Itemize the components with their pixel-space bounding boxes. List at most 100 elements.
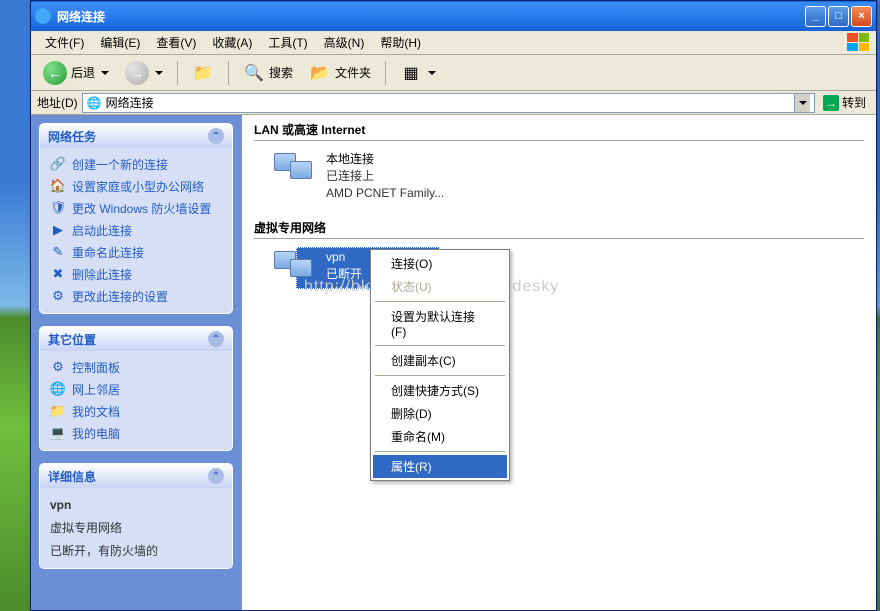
other-my-network[interactable]: 🌐网上邻居 — [50, 381, 222, 398]
home-network-icon: 🏠 — [50, 178, 66, 194]
other-my-documents[interactable]: 📁我的文档 — [50, 403, 222, 420]
toolbar: ← 后退 → 📁 🔍 搜索 📂 文件夹 ▦ — [31, 55, 876, 91]
explorer-window: 网络连接 _ □ × 文件(F) 编辑(E) 查看(V) 收藏(A) 工具(T)… — [30, 0, 877, 611]
minimize-button[interactable]: _ — [805, 6, 826, 27]
delete-icon: ✖ — [50, 266, 66, 282]
control-panel-icon: ⚙ — [50, 359, 66, 375]
menu-advanced[interactable]: 高级(N) — [316, 32, 373, 53]
ctx-rename[interactable]: 重命名(M) — [373, 425, 507, 448]
main-view[interactable]: LAN 或高速 Internet 本地连接 已连接上 AMD PCNET Fam… — [241, 115, 876, 610]
address-value: 网络连接 — [106, 94, 154, 111]
new-connection-icon: 🔗 — [50, 156, 66, 172]
folders-icon: 📂 — [309, 62, 331, 84]
panel-header-details[interactable]: 详细信息 ⌃ — [40, 464, 232, 488]
views-icon: ▦ — [400, 62, 422, 84]
section-divider — [254, 238, 864, 239]
folders-label: 文件夹 — [335, 64, 371, 81]
views-dropdown-icon[interactable] — [428, 71, 436, 75]
forward-button[interactable]: → — [119, 57, 169, 89]
ctx-shortcut[interactable]: 创建快捷方式(S) — [373, 379, 507, 402]
task-start-connection[interactable]: ▶启动此连接 — [50, 222, 222, 239]
menu-view[interactable]: 查看(V) — [148, 32, 204, 53]
connection-lan[interactable]: 本地连接 已连接上 AMD PCNET Family... — [242, 149, 876, 213]
chevron-up-icon: ⌃ — [208, 128, 224, 144]
panel-title: 网络任务 — [48, 128, 96, 145]
firewall-icon: 🛡 — [50, 200, 66, 216]
menu-tools[interactable]: 工具(T) — [260, 32, 315, 53]
ctx-properties[interactable]: 属性(R) — [373, 455, 507, 478]
task-firewall[interactable]: 🛡更改 Windows 防火墙设置 — [50, 200, 222, 217]
back-dropdown-icon[interactable] — [101, 71, 109, 75]
maximize-button[interactable]: □ — [828, 6, 849, 27]
panel-header-tasks[interactable]: 网络任务 ⌃ — [40, 124, 232, 148]
task-setup-network[interactable]: 🏠设置家庭或小型办公网络 — [50, 178, 222, 195]
panel-header-other[interactable]: 其它位置 ⌃ — [40, 327, 232, 351]
up-button[interactable]: 📁 — [186, 58, 220, 88]
menubar: 文件(F) 编辑(E) 查看(V) 收藏(A) 工具(T) 高级(N) 帮助(H… — [31, 31, 876, 55]
task-delete-connection[interactable]: ✖删除此连接 — [50, 266, 222, 283]
panel-details: 详细信息 ⌃ vpn 虚拟专用网络 已断开，有防火墙的 — [39, 463, 233, 569]
back-arrow-icon: ← — [43, 61, 67, 85]
panel-title: 其它位置 — [48, 331, 96, 348]
detail-name: vpn — [50, 496, 222, 514]
lan-status: 已连接上 — [326, 168, 444, 185]
start-icon: ▶ — [50, 222, 66, 238]
close-button[interactable]: × — [851, 6, 872, 27]
address-label: 地址(D) — [37, 94, 78, 111]
ctx-separator — [375, 301, 505, 302]
windows-logo-icon — [842, 32, 874, 52]
chevron-up-icon: ⌃ — [208, 468, 224, 484]
panel-title: 详细信息 — [48, 468, 96, 485]
forward-arrow-icon: → — [125, 61, 149, 85]
computer-icon: 💻 — [50, 425, 66, 441]
address-icon: 🌐 — [87, 96, 102, 110]
lan-detail: AMD PCNET Family... — [326, 185, 444, 202]
menu-edit[interactable]: 编辑(E) — [92, 32, 148, 53]
toolbar-separator — [228, 61, 229, 85]
task-rename-connection[interactable]: ✎重命名此连接 — [50, 244, 222, 261]
ctx-delete[interactable]: 删除(D) — [373, 402, 507, 425]
toolbar-separator — [385, 61, 386, 85]
titlebar[interactable]: 网络连接 _ □ × — [31, 1, 876, 31]
window-controls: _ □ × — [805, 6, 872, 27]
menu-file[interactable]: 文件(F) — [37, 32, 92, 53]
panel-network-tasks: 网络任务 ⌃ 🔗创建一个新的连接 🏠设置家庭或小型办公网络 🛡更改 Window… — [39, 123, 233, 314]
other-control-panel[interactable]: ⚙控制面板 — [50, 359, 222, 376]
task-change-settings[interactable]: ⚙更改此连接的设置 — [50, 288, 222, 305]
chevron-up-icon: ⌃ — [208, 331, 224, 347]
window-title: 网络连接 — [57, 8, 805, 25]
sidebar: 网络任务 ⌃ 🔗创建一个新的连接 🏠设置家庭或小型办公网络 🛡更改 Window… — [31, 115, 241, 610]
other-my-computer[interactable]: 💻我的电脑 — [50, 425, 222, 442]
ctx-separator — [375, 451, 505, 452]
addressbar: 地址(D) 🌐 网络连接 → 转到 — [31, 91, 876, 115]
lan-name: 本地连接 — [326, 151, 444, 168]
detail-type: 虚拟专用网络 — [50, 519, 222, 537]
views-button[interactable]: ▦ — [394, 58, 442, 88]
section-divider — [254, 140, 864, 141]
body-area: 网络任务 ⌃ 🔗创建一个新的连接 🏠设置家庭或小型办公网络 🛡更改 Window… — [31, 115, 876, 610]
toolbar-separator — [177, 61, 178, 85]
connection-vpn[interactable]: vpn 已断开 WAN 微型 — [242, 247, 876, 311]
search-button[interactable]: 🔍 搜索 — [237, 58, 299, 88]
ctx-set-default[interactable]: 设置为默认连接(F) — [373, 305, 507, 342]
address-dropdown-button[interactable] — [794, 94, 810, 112]
ctx-copy[interactable]: 创建副本(C) — [373, 349, 507, 372]
search-icon: 🔍 — [243, 62, 265, 84]
ctx-connect[interactable]: 连接(O) — [373, 252, 507, 275]
search-label: 搜索 — [269, 64, 293, 81]
folders-button[interactable]: 📂 文件夹 — [303, 58, 377, 88]
menu-favorites[interactable]: 收藏(A) — [204, 32, 260, 53]
back-label: 后退 — [71, 64, 95, 81]
app-icon — [35, 8, 51, 24]
back-button[interactable]: ← 后退 — [37, 57, 115, 89]
forward-dropdown-icon[interactable] — [155, 71, 163, 75]
address-field[interactable]: 🌐 网络连接 — [82, 93, 815, 113]
menu-help[interactable]: 帮助(H) — [372, 32, 429, 53]
go-button[interactable]: → 转到 — [819, 93, 870, 112]
vpn-connection-icon — [272, 249, 320, 289]
network-places-icon: 🌐 — [50, 381, 66, 397]
settings-icon: ⚙ — [50, 288, 66, 304]
go-label: 转到 — [842, 94, 866, 111]
task-new-connection[interactable]: 🔗创建一个新的连接 — [50, 156, 222, 173]
context-menu: 连接(O) 状态(U) 设置为默认连接(F) 创建副本(C) 创建快捷方式(S)… — [370, 249, 510, 481]
